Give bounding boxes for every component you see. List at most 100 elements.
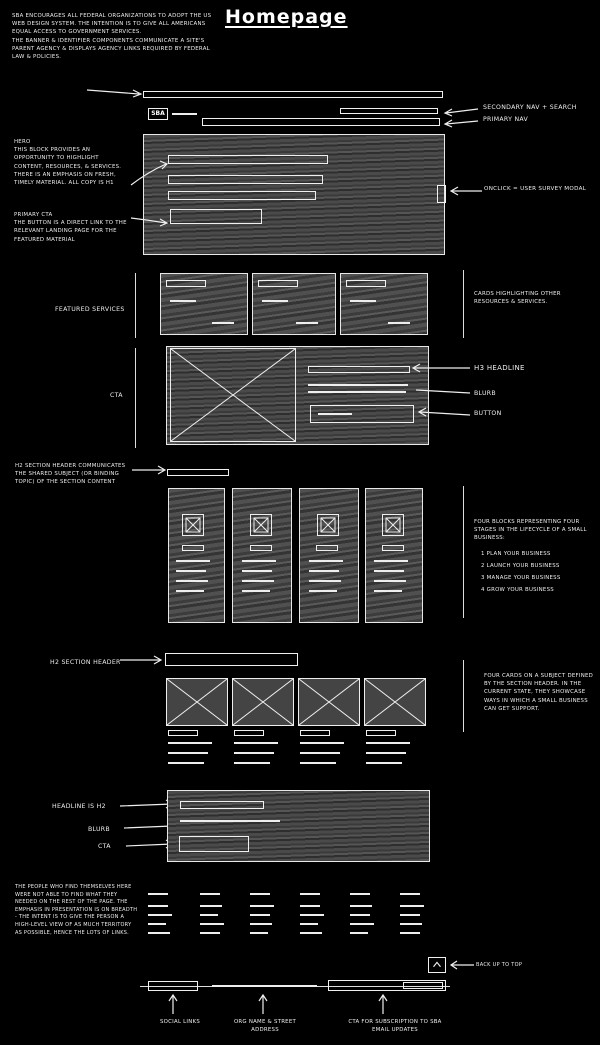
featured-note: Cards highlighting other resources & ser… [474, 291, 561, 306]
stage-block-1[interactable] [168, 488, 225, 623]
sba-logo[interactable]: SBA [148, 108, 168, 120]
hero-headline-3 [168, 191, 316, 200]
footer-col-5-head [350, 893, 370, 895]
hero-arrows [130, 160, 169, 227]
footer-col-6-head [400, 893, 420, 895]
footer-col-5-link[interactable] [350, 923, 374, 925]
hero-note: Hero This block provides an opportunity … [14, 139, 122, 187]
page-title: Homepage [225, 6, 348, 28]
footer-col-2-link[interactable] [200, 932, 220, 934]
support-bracket [463, 660, 465, 732]
support-card-3-image[interactable] [298, 678, 360, 726]
support-card-1-line-1 [168, 742, 212, 744]
footer-col-3-link[interactable] [250, 932, 268, 934]
org-address-note: Org name & street address [233, 1019, 297, 1034]
card-2-title [258, 280, 298, 287]
hero-headline-2 [168, 175, 323, 184]
cta-blurb-note: Blurb [474, 390, 496, 397]
card-1-title [166, 280, 206, 287]
footer-col-4-link[interactable] [300, 914, 324, 916]
footer-col-2-head [200, 893, 220, 895]
support-card-3-line-3 [300, 762, 336, 764]
footer-col-2-link[interactable] [200, 914, 218, 916]
footer-col-6-link[interactable] [400, 914, 420, 916]
footer-col-1-link[interactable] [148, 932, 170, 934]
stage-block-3[interactable] [299, 488, 359, 623]
social-links[interactable] [148, 981, 198, 991]
footer-col-6-link[interactable] [400, 905, 424, 907]
footer-up-arrows [168, 993, 388, 1014]
stage-3-line-4 [309, 590, 337, 592]
banner-blurb [180, 820, 280, 822]
support-h2-arrow [120, 655, 163, 665]
support-h2-note: H2 section header [50, 659, 121, 666]
email-subscribe-button[interactable] [403, 982, 443, 989]
card-1-link[interactable] [170, 300, 196, 302]
stage-1-line-2 [176, 570, 206, 572]
stage-item-2: 2 Launch your business [481, 563, 560, 569]
banner-blurb-note: Blurb [88, 826, 110, 833]
support-card-2-image[interactable] [232, 678, 294, 726]
stage-3-line-1 [309, 560, 343, 562]
footer-col-1-link[interactable] [148, 923, 166, 925]
banner-cta-note: CTA [98, 843, 111, 850]
stages-note: Four blocks representing four stages in … [474, 519, 587, 542]
stage-4-line-4 [374, 590, 402, 592]
gov-banner[interactable] [143, 91, 443, 98]
stages-bracket [463, 486, 465, 618]
cta-image-placeholder [170, 348, 296, 442]
footer-col-6-link[interactable] [400, 923, 422, 925]
footer-col-4-link[interactable] [300, 932, 322, 934]
survey-tab[interactable] [437, 185, 446, 203]
stage-block-2[interactable] [232, 488, 292, 623]
hero-primary-cta[interactable] [170, 209, 262, 224]
back-to-top-button[interactable] [428, 957, 446, 973]
card-2-more[interactable] [296, 322, 318, 324]
support-card-2-title [234, 730, 264, 736]
featured-label: Featured services [55, 306, 125, 313]
stages-section-header [167, 469, 229, 476]
stage-2-title [250, 545, 272, 551]
hero-cta-note: Primary CTA The button is a direct link … [14, 212, 127, 243]
cta-button-label [318, 413, 352, 415]
footer-col-1-link[interactable] [148, 914, 172, 916]
footer-col-1-link[interactable] [148, 905, 168, 907]
card-1-more[interactable] [212, 322, 234, 324]
footer-col-2-link[interactable] [200, 923, 224, 925]
footer-col-5-link[interactable] [350, 914, 370, 916]
footer-col-4-link[interactable] [300, 905, 320, 907]
banner-arrow [86, 89, 143, 98]
support-card-4-line-2 [366, 752, 406, 754]
footer-note: The people who find themselves here were… [15, 884, 138, 936]
stage-1-line-4 [176, 590, 204, 592]
footer-col-5-link[interactable] [350, 905, 372, 907]
support-card-1-image[interactable] [166, 678, 228, 726]
secondary-nav-note: Secondary nav + search [483, 104, 577, 111]
footer-col-3-link[interactable] [250, 923, 272, 925]
card-3-more[interactable] [388, 322, 410, 324]
footer-col-5-link[interactable] [350, 932, 368, 934]
support-card-2-line-1 [234, 742, 278, 744]
footer-col-3-link[interactable] [250, 914, 270, 916]
chevron-up-icon [433, 961, 441, 968]
org-address-line [212, 985, 317, 987]
stage-4-line-2 [374, 570, 404, 572]
footer-col-6-link[interactable] [400, 932, 420, 934]
card-3-link[interactable] [350, 300, 376, 302]
banner-headline-note: Headline is H2 [52, 803, 106, 810]
secondary-nav-search[interactable] [340, 108, 438, 114]
stage-item-3: 3 Manage your business [481, 575, 561, 581]
banner-cta-button[interactable] [179, 836, 249, 852]
support-card-2-line-2 [234, 752, 274, 754]
secondary-nav-arrow [443, 108, 479, 128]
cta-button-note: Button [474, 410, 502, 417]
footer-col-3-link[interactable] [250, 905, 274, 907]
support-card-4-image[interactable] [364, 678, 426, 726]
primary-nav[interactable] [202, 118, 440, 126]
stage-block-4[interactable] [365, 488, 423, 623]
support-card-2-line-3 [234, 762, 270, 764]
card-2-link[interactable] [262, 300, 288, 302]
support-card-4-line-3 [366, 762, 402, 764]
footer-col-2-link[interactable] [200, 905, 222, 907]
footer-col-4-link[interactable] [300, 923, 318, 925]
